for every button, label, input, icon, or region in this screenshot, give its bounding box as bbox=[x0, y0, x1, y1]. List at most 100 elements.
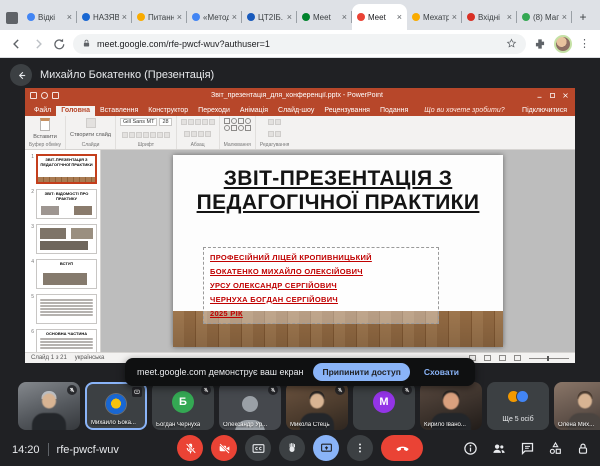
participant-tile[interactable]: М bbox=[353, 382, 415, 430]
forward-icon[interactable] bbox=[31, 37, 45, 51]
tab-favicon bbox=[137, 13, 145, 21]
ppt-slides-group: Створити слайд Слайди bbox=[66, 116, 116, 149]
browser-tab[interactable]: Питання bbox=[132, 4, 187, 30]
activities-icon[interactable] bbox=[548, 441, 563, 456]
tab-close-icon[interactable] bbox=[507, 12, 512, 22]
host-controls-icon[interactable] bbox=[576, 441, 590, 456]
browser-tab[interactable]: ЦТ2ІБ. Ш bbox=[242, 4, 297, 30]
raise-hand-button[interactable] bbox=[279, 435, 305, 461]
tab-close-icon[interactable] bbox=[342, 12, 347, 22]
browser-tab[interactable]: НАЗЯВО bbox=[77, 4, 132, 30]
browser-menu-icon[interactable] bbox=[579, 37, 590, 50]
participant-tile[interactable]: Микола Стець bbox=[286, 382, 348, 430]
tab-favicon bbox=[302, 13, 310, 21]
ppt-body: 1 ЗВІТ-ПРЕЗЕНТАЦІЯ З ПЕДАГОГІЧНОЇ ПРАКТИ… bbox=[25, 150, 575, 352]
mic-toggle-button[interactable] bbox=[177, 435, 203, 461]
tab-title: Питання bbox=[148, 13, 174, 22]
reload-icon[interactable] bbox=[52, 37, 66, 51]
participant-tile-presenting[interactable]: Михайло Бока... bbox=[85, 382, 147, 430]
chat-icon[interactable] bbox=[520, 441, 535, 456]
ppt-tab-review: Рецензування bbox=[319, 106, 375, 116]
thumb-title: ВСТУП bbox=[37, 260, 96, 267]
participant-tile[interactable]: Олена Мих... bbox=[554, 382, 600, 430]
url-field[interactable]: meet.google.com/rfe-pwcf-wuv?authuser=1 bbox=[73, 34, 526, 54]
tab-title: «Метод bbox=[203, 13, 229, 22]
browser-tab[interactable]: (8) Мапа bbox=[517, 4, 572, 30]
participant-tile[interactable] bbox=[18, 382, 80, 430]
captions-button[interactable] bbox=[245, 435, 271, 461]
participant-name: Олена Мих... bbox=[558, 422, 594, 428]
participant-tile[interactable]: Олександр Ур... bbox=[219, 382, 281, 430]
browser-tab[interactable]: Відкі bbox=[22, 4, 77, 30]
mic-off-icon bbox=[335, 385, 345, 395]
profile-avatar[interactable] bbox=[554, 35, 572, 53]
bookmark-star-icon[interactable] bbox=[506, 38, 517, 49]
new-tab-button[interactable] bbox=[574, 8, 592, 26]
browser-tab-active[interactable]: Meet bbox=[352, 4, 407, 30]
participant-name: Богдан Чернуха bbox=[156, 422, 200, 428]
extensions-icon[interactable] bbox=[533, 37, 547, 51]
slide-text-line: ЧЕРНУХА БОГДАН СЕРГІЙОВИЧ bbox=[210, 293, 432, 307]
present-button[interactable] bbox=[313, 435, 339, 461]
group-label: Слайди bbox=[82, 142, 100, 148]
browser-tab[interactable]: Вхідні bbox=[462, 4, 517, 30]
window-icon bbox=[6, 12, 18, 24]
paste-label: Вставити bbox=[33, 134, 57, 140]
ppt-tab-slideshow: Слайд-шоу bbox=[273, 106, 319, 116]
group-label: Буфер обміну bbox=[29, 142, 61, 148]
meeting-details-icon[interactable] bbox=[463, 441, 478, 456]
slide-thumbnail-panel: 1 ЗВІТ-ПРЕЗЕНТАЦІЯ З ПЕДАГОГІЧНОЇ ПРАКТИ… bbox=[25, 150, 101, 352]
group-label: Абзац bbox=[191, 142, 205, 148]
participant-name: Кирило Івано... bbox=[424, 422, 466, 428]
hide-banner-button[interactable]: Сховати bbox=[420, 365, 463, 379]
browser-tab[interactable]: Мехатро bbox=[407, 4, 462, 30]
ppt-paragraph-group: Абзац bbox=[177, 116, 220, 149]
tab-close-icon[interactable] bbox=[232, 12, 237, 22]
camera-toggle-button[interactable] bbox=[211, 435, 237, 461]
tab-close-icon[interactable] bbox=[122, 12, 127, 22]
thumb-number: 6 bbox=[28, 329, 34, 352]
tab-title: Meet bbox=[368, 13, 394, 22]
thumb-number: 3 bbox=[28, 224, 34, 254]
ppt-tab-design: Конструктор bbox=[143, 106, 193, 116]
undo-icon bbox=[41, 92, 48, 99]
leave-call-button[interactable] bbox=[381, 435, 423, 461]
raise-hand-icon bbox=[286, 442, 298, 454]
more-participants-label: Ще 5 осіб bbox=[487, 416, 549, 423]
overflow-participants-tile[interactable]: Ще 5 осіб bbox=[487, 382, 549, 430]
save-icon bbox=[30, 92, 37, 99]
back-icon[interactable] bbox=[10, 37, 24, 51]
participant-tile[interactable]: Кирило Івано... bbox=[420, 382, 482, 430]
more-options-button[interactable] bbox=[347, 435, 373, 461]
group-label: Малювання bbox=[224, 142, 251, 148]
tab-close-icon[interactable] bbox=[287, 12, 292, 22]
participant-name: Микола Стець bbox=[290, 422, 330, 428]
slide-thumbnail-3: 3 bbox=[28, 224, 97, 254]
ppt-tab-home: Головна bbox=[56, 106, 95, 116]
tab-close-icon[interactable] bbox=[452, 12, 457, 22]
mic-off-icon bbox=[184, 442, 197, 455]
participant-tile[interactable]: Б Богдан Чернуха bbox=[152, 382, 214, 430]
ppt-tab-file: Файл bbox=[29, 106, 56, 116]
overflow-avatars bbox=[487, 390, 549, 403]
tab-close-icon[interactable] bbox=[67, 12, 72, 22]
avatar-initial: М bbox=[373, 391, 395, 413]
ppt-ribbon-tabs: Файл Головна Вставлення Конструктор Пере… bbox=[25, 103, 575, 116]
participants-icon[interactable] bbox=[491, 441, 507, 456]
tab-title: Мехатро bbox=[423, 13, 449, 22]
view-reading-icon bbox=[499, 355, 506, 361]
browser-tab[interactable]: Meet bbox=[297, 4, 352, 30]
tab-close-icon[interactable] bbox=[177, 12, 182, 22]
tab-title: Вхідні bbox=[478, 13, 504, 22]
browser-tab[interactable]: «Метод bbox=[187, 4, 242, 30]
current-slide: ЗВІТ-ПРЕЗЕНТАЦІЯ З ПЕДАГОГІЧНОЇ ПРАКТИКИ… bbox=[173, 155, 503, 347]
participant-name: Михайло Бока... bbox=[91, 420, 136, 426]
stop-sharing-button[interactable]: Припинити доступ bbox=[313, 363, 409, 381]
tab-close-icon[interactable] bbox=[562, 12, 567, 22]
back-button[interactable] bbox=[10, 64, 32, 86]
tab-close-icon[interactable] bbox=[397, 12, 402, 22]
browser-tab-strip: Відкі НАЗЯВО Питання «Метод ЦТ2ІБ. Ш Mee… bbox=[0, 0, 600, 30]
mic-off-icon bbox=[268, 385, 278, 395]
presenting-icon bbox=[132, 387, 142, 397]
screen-share-banner: meet.google.com демонструє ваш екран При… bbox=[125, 358, 475, 386]
